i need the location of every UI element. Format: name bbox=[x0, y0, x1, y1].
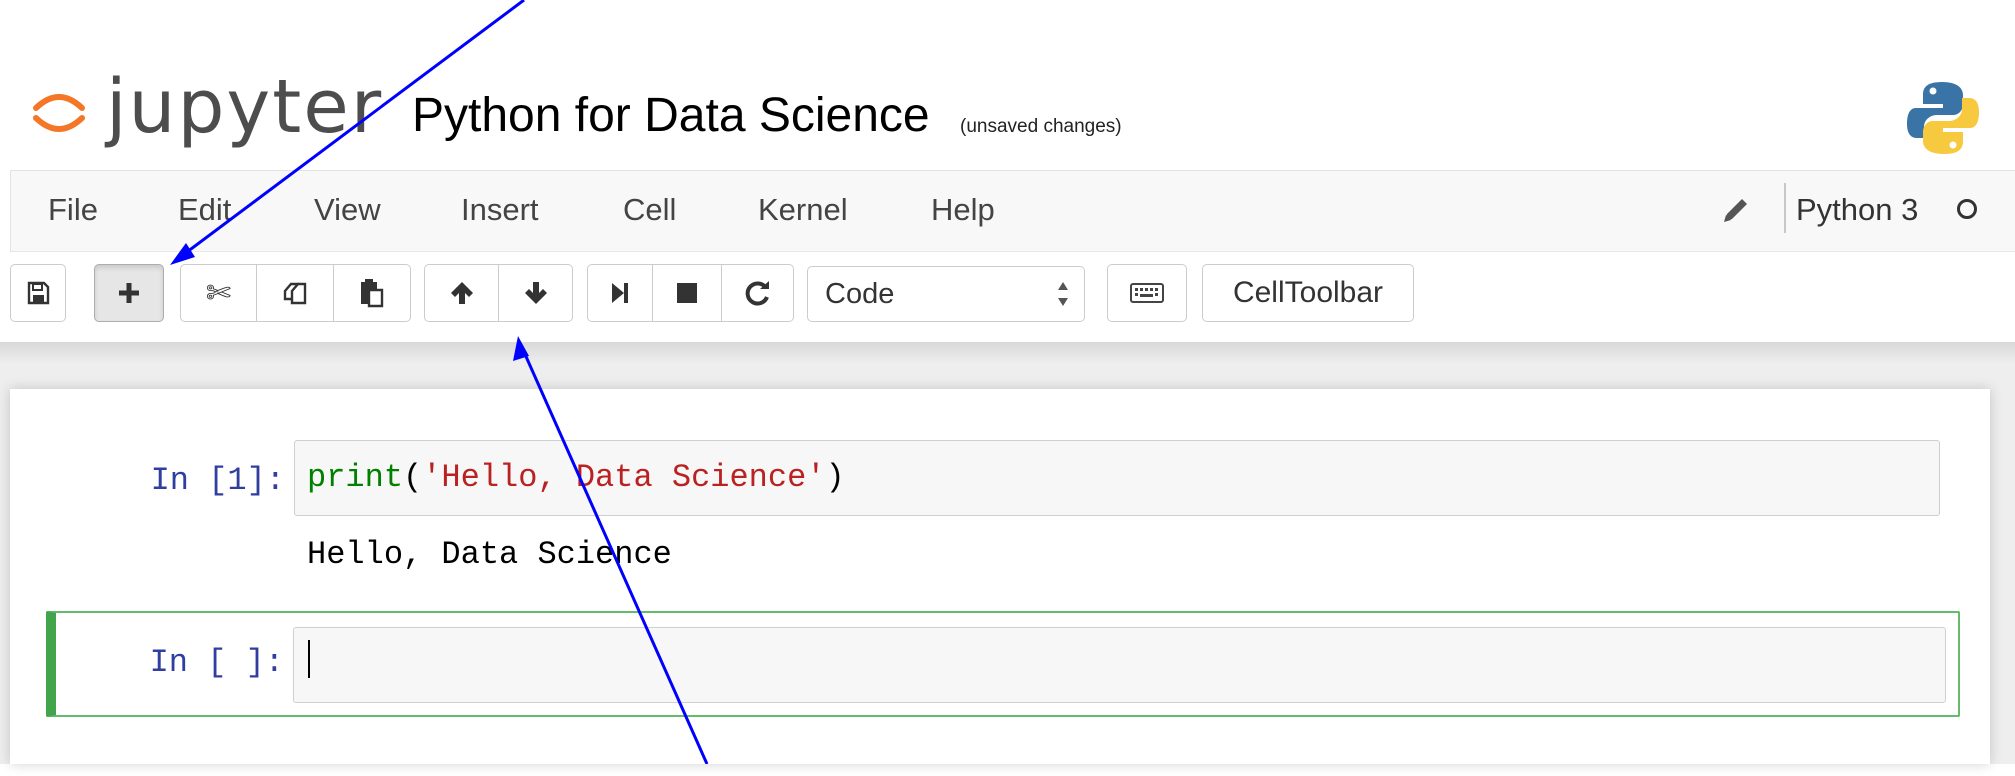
paste-icon bbox=[361, 279, 384, 308]
code-input[interactable]: print('Hello, Data Science') bbox=[294, 440, 1940, 516]
code-builtin-token: print bbox=[307, 459, 404, 496]
save-status: (unsaved changes) bbox=[960, 116, 1122, 137]
code-cell-selected[interactable]: In [ ]: bbox=[46, 611, 1960, 717]
save-icon bbox=[27, 281, 50, 305]
interrupt-kernel-button[interactable] bbox=[652, 264, 722, 322]
menu-cell[interactable]: Cell bbox=[623, 192, 676, 228]
header: jupyter Python for Data Science (unsaved… bbox=[0, 0, 2015, 170]
notebook-title[interactable]: Python for Data Science bbox=[412, 88, 930, 143]
move-cell-down-button[interactable] bbox=[498, 264, 573, 322]
pencil-icon[interactable] bbox=[1719, 193, 1753, 227]
kernel-separator bbox=[1784, 183, 1786, 233]
jupyter-logo[interactable]: jupyter bbox=[30, 64, 381, 150]
kernel-name: Python 3 bbox=[1796, 192, 1919, 227]
toolbar-shadow bbox=[0, 342, 2015, 364]
cell-type-select[interactable]: Code bbox=[807, 266, 1085, 322]
step-forward-icon bbox=[612, 283, 628, 303]
arrow-down-icon bbox=[524, 282, 547, 304]
copy-button[interactable] bbox=[256, 264, 334, 322]
menu-edit[interactable]: Edit bbox=[178, 192, 231, 228]
main-toolbar: ✄ Code CellToolbar bbox=[0, 252, 2015, 342]
input-prompt: In [1]: bbox=[150, 462, 285, 499]
select-updown-icon bbox=[1058, 282, 1068, 306]
copy-icon bbox=[283, 282, 307, 305]
menu-view[interactable]: View bbox=[314, 192, 381, 228]
code-cell-executed[interactable]: In [1]: print('Hello, Data Science') Hel… bbox=[46, 439, 1960, 589]
celltoolbar-button[interactable]: CellToolbar bbox=[1202, 264, 1414, 322]
cut-button[interactable]: ✄ bbox=[180, 264, 257, 322]
move-cell-up-button[interactable] bbox=[424, 264, 499, 322]
menu-help[interactable]: Help bbox=[931, 192, 995, 228]
command-palette-button[interactable] bbox=[1107, 264, 1187, 322]
paste-button[interactable] bbox=[333, 264, 411, 322]
save-button[interactable] bbox=[10, 264, 66, 322]
cell-output: Hello, Data Science bbox=[307, 536, 672, 573]
scissors-icon: ✄ bbox=[205, 275, 232, 311]
keyboard-icon bbox=[1130, 283, 1164, 303]
input-prompt-empty: In [ ]: bbox=[149, 644, 284, 681]
run-cell-button[interactable] bbox=[587, 264, 653, 322]
notebook-site: In [1]: print('Hello, Data Science') Hel… bbox=[0, 342, 2015, 764]
restart-icon bbox=[745, 281, 769, 306]
arrow-up-icon bbox=[450, 282, 473, 304]
text-cursor bbox=[308, 640, 310, 678]
kernel-idle-indicator-icon bbox=[1957, 199, 1977, 219]
menu-insert[interactable]: Insert bbox=[461, 192, 539, 228]
celltoolbar-label: CellToolbar bbox=[1232, 276, 1384, 309]
plus-icon bbox=[119, 283, 139, 303]
notebook-container: In [1]: print('Hello, Data Science') Hel… bbox=[10, 389, 1990, 764]
code-paren-close: ) bbox=[825, 459, 845, 496]
insert-cell-below-button[interactable] bbox=[94, 264, 164, 322]
code-string-token: 'Hello, Data Science' bbox=[422, 459, 826, 496]
code-line: print('Hello, Data Science') bbox=[307, 459, 845, 496]
code-input-empty[interactable] bbox=[293, 627, 1946, 703]
jupyter-logo-text: jupyter bbox=[106, 64, 384, 150]
stop-icon bbox=[677, 283, 697, 303]
python-logo-icon bbox=[1907, 82, 1979, 154]
menu-file[interactable]: File bbox=[48, 192, 98, 228]
code-paren-open: ( bbox=[403, 459, 423, 496]
menu-kernel[interactable]: Kernel bbox=[758, 192, 848, 228]
cell-type-value: Code bbox=[825, 278, 895, 310]
jupyter-logo-mark-icon bbox=[33, 94, 85, 132]
restart-kernel-button[interactable] bbox=[721, 264, 794, 322]
menubar: File Edit View Insert Cell Kernel Help P… bbox=[10, 170, 2015, 252]
